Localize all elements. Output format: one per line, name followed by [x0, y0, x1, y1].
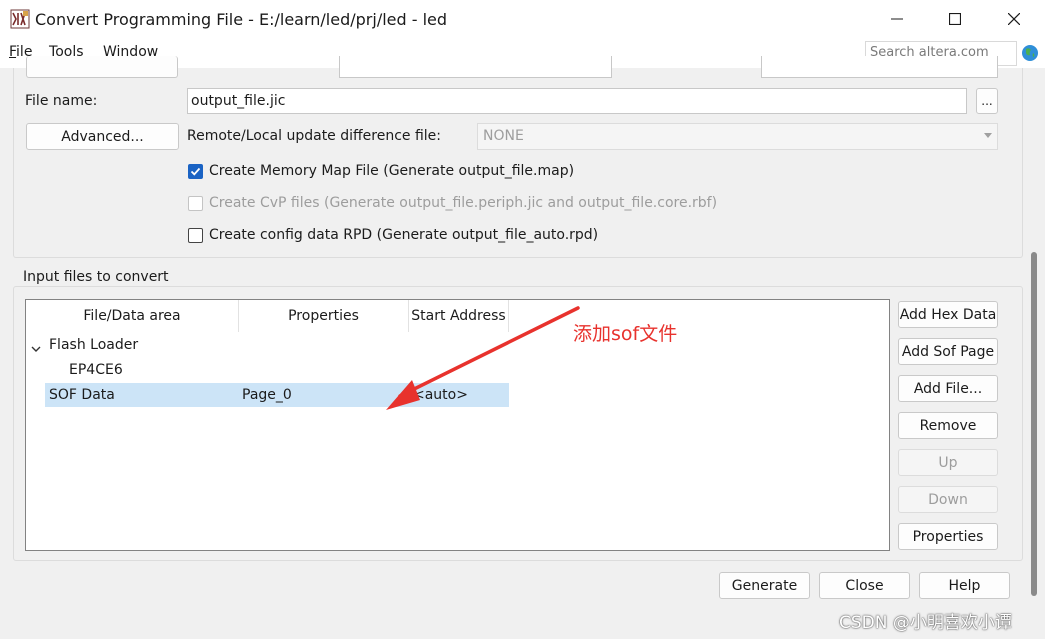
properties-button[interactable]: Properties — [898, 523, 998, 550]
annotation-arrow-icon — [386, 306, 580, 410]
memory-map-label: Create Memory Map File (Generate output_… — [209, 163, 575, 179]
file-name-label: File name: — [25, 93, 98, 109]
close-icon — [1008, 13, 1020, 25]
scrollbar-thumb[interactable] — [1031, 252, 1037, 596]
check-icon — [190, 167, 201, 176]
close-button[interactable]: Close — [819, 572, 910, 599]
generate-button[interactable]: Generate — [719, 572, 810, 599]
browse-button[interactable]: ... — [976, 88, 998, 114]
remote-update-select[interactable]: NONE — [477, 123, 998, 150]
input-files-group-label: Input files to convert — [20, 269, 172, 285]
annotation-text: 添加sof文件 — [573, 323, 678, 345]
help-button[interactable]: Help — [919, 572, 1010, 599]
advanced-button[interactable]: Advanced... — [26, 123, 179, 150]
down-button[interactable]: Down — [898, 486, 998, 513]
sof-data-name[interactable]: SOF Data — [49, 387, 115, 403]
remote-update-value: NONE — [483, 128, 524, 144]
close-window-button[interactable] — [985, 0, 1043, 38]
minimize-icon — [891, 18, 903, 20]
expand-chevron-icon[interactable] — [31, 341, 41, 357]
cvp-files-checkbox[interactable] — [188, 196, 203, 211]
window-title: Convert Programming File - E:/learn/led/… — [35, 10, 448, 29]
remote-update-label: Remote/Local update difference file: — [187, 128, 442, 144]
file-name-input[interactable]: output_file.jic — [187, 88, 967, 114]
watermark: CSDN @小明喜欢小谭 — [839, 613, 1012, 633]
maximize-icon — [949, 13, 961, 25]
sof-data-properties[interactable]: Page_0 — [242, 387, 292, 403]
add-file-button[interactable]: Add File... — [898, 375, 998, 402]
maximize-button[interactable] — [926, 0, 984, 38]
remove-button[interactable]: Remove — [898, 412, 998, 439]
add-hex-data-button[interactable]: Add Hex Data — [898, 301, 998, 328]
chevron-down-icon — [984, 133, 992, 138]
up-button[interactable]: Up — [898, 449, 998, 476]
config-rpd-label: Create config data RPD (Generate output_… — [209, 227, 599, 243]
globe-icon[interactable] — [1021, 44, 1039, 62]
cvp-files-label: Create CvP files (Generate output_file.p… — [209, 195, 718, 211]
tree-row-device[interactable]: EP4CE6 — [69, 362, 123, 378]
column-header-file[interactable]: File/Data area — [26, 300, 238, 332]
config-rpd-checkbox[interactable] — [188, 228, 203, 243]
tree-row-flash-loader[interactable]: Flash Loader — [49, 337, 138, 353]
add-sof-page-button[interactable]: Add Sof Page — [898, 338, 998, 365]
minimize-button[interactable] — [868, 0, 926, 38]
memory-map-checkbox[interactable] — [188, 164, 203, 179]
quartus-app-icon — [10, 9, 30, 29]
